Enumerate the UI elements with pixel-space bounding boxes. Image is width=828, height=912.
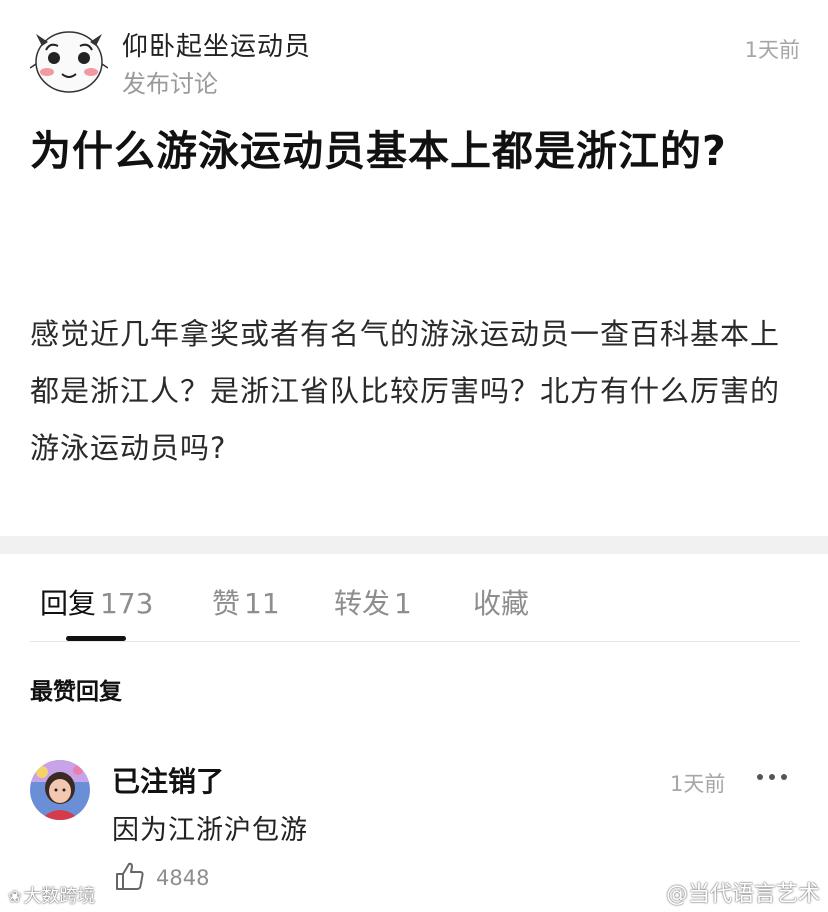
- watermark-right: @当代语言艺术: [638, 876, 820, 908]
- watermark-logo-icon: ❀: [8, 887, 22, 906]
- cartoon-face-icon: [29, 31, 109, 93]
- tab-label: 回复: [40, 587, 97, 620]
- tab-replies[interactable]: 回复 173: [40, 582, 153, 622]
- watermark-left-text: 大数跨境: [23, 886, 96, 907]
- tab-reposts[interactable]: 转发 1: [334, 582, 412, 622]
- comment-timestamp: 1天前: [670, 772, 726, 796]
- avatar[interactable]: [30, 760, 90, 820]
- more-dots-icon[interactable]: [752, 766, 792, 788]
- tab-label: 赞: [212, 587, 241, 620]
- tab-label: 转发: [334, 587, 391, 620]
- tab-bar: 回复 173 赞 11 转发 1 收藏: [30, 574, 800, 642]
- tab-likes[interactable]: 赞 11: [212, 582, 280, 622]
- watermark-left: ❀ 大数跨境: [8, 882, 95, 908]
- tab-count: 1: [394, 587, 412, 620]
- active-tab-indicator: [66, 636, 126, 641]
- comment-item: 已注销了 1天前 因为江浙沪包游 4848: [30, 756, 800, 896]
- tab-count: 173: [100, 587, 154, 620]
- tab-label: 收藏: [473, 587, 530, 620]
- comment-username[interactable]: 已注销了: [112, 760, 224, 800]
- comment-text: 因为江浙沪包游: [112, 815, 308, 846]
- tab-favorite[interactable]: 收藏: [473, 582, 533, 622]
- tab-count: 11: [244, 587, 280, 620]
- post-timestamp: 1天前: [744, 38, 800, 62]
- post-title: 为什么游泳运动员基本上都是浙江的?: [30, 127, 727, 175]
- post-body: 感觉近几年拿奖或者有名气的游泳运动员一查百科基本上都是浙江人？是浙江省队比较厉害…: [30, 317, 781, 465]
- weibo-icon: [638, 885, 663, 903]
- author-name[interactable]: 仰卧起坐运动员: [122, 26, 311, 63]
- post-type-label: 发布讨论: [122, 70, 218, 98]
- post-header: 仰卧起坐运动员 发布讨论 1天前: [29, 22, 800, 102]
- thumbs-up-icon: [116, 862, 144, 890]
- section-divider: [0, 536, 828, 554]
- author-avatar[interactable]: [29, 24, 109, 96]
- like-count: 4848: [156, 866, 210, 890]
- watermark-right-text: @当代语言艺术: [665, 882, 820, 907]
- section-title: 最赞回复: [30, 679, 122, 705]
